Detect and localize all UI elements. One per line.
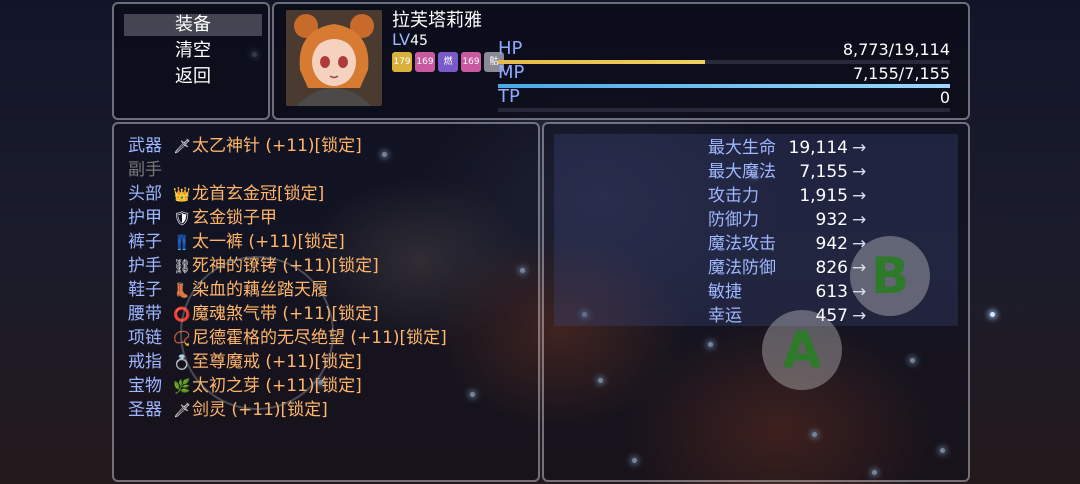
stat-value: 613 [815, 282, 848, 302]
equip-slot-row[interactable]: 头部 👑龙首玄金冠[锁定] [128, 182, 324, 206]
item-icon: 🗡 [173, 403, 191, 419]
stat-label: 最大魔法 [708, 162, 776, 182]
item-icon: 👑 [173, 187, 191, 203]
hp-label: HP [498, 38, 523, 59]
stat-label: 敏捷 [708, 282, 742, 302]
mp-value: 7,155/7,155 [853, 64, 950, 83]
item-icon: 🌿 [173, 379, 191, 395]
command-clear[interactable]: 清空 [124, 40, 262, 62]
slot-type-label: 护甲 [128, 208, 162, 228]
item-name: 龙首玄金冠[锁定] [192, 184, 325, 204]
tp-gauge: TP 0 [498, 86, 950, 112]
stat-label: 防御力 [708, 210, 759, 230]
slot-type-label: 腰带 [128, 304, 162, 324]
state-icon: 179 [392, 52, 412, 72]
actor-name: 拉芙塔莉雅 [392, 10, 482, 31]
state-icon: 燃 [438, 52, 458, 72]
stat-label: 最大生命 [708, 138, 776, 158]
slot-type-label: 护手 [128, 256, 162, 276]
actor-level: LV45 [392, 30, 428, 49]
stat-row: 最大生命 19,114 → [554, 136, 954, 160]
stat-row: 最大魔法 7,155 → [554, 160, 954, 184]
slot-type-label: 宝物 [128, 376, 162, 396]
command-equip[interactable]: 装备 [124, 14, 262, 36]
state-icons: 179 169 燃 169 骷 [392, 52, 504, 72]
item-icon: ⛓ [173, 259, 191, 275]
virtual-button-a[interactable]: A [762, 310, 842, 390]
arrow-icon: → [852, 162, 867, 182]
arrow-icon: → [852, 210, 867, 230]
state-icon: 169 [415, 52, 435, 72]
virtual-button-b[interactable]: B [850, 236, 930, 316]
stat-label: 魔法防御 [708, 258, 776, 278]
stat-label: 魔法攻击 [708, 234, 776, 254]
stat-label: 幸运 [708, 306, 742, 326]
equip-slot-row[interactable]: 裤子 👖太一裤 (+11)[锁定] [128, 230, 345, 254]
slot-type-label: 裤子 [128, 232, 162, 252]
slot-type-label: 武器 [128, 136, 162, 156]
slot-type-label: 头部 [128, 184, 162, 204]
equip-slot-row[interactable]: 副手 [128, 158, 172, 182]
stat-value: 826 [815, 258, 848, 278]
level-label: LV [392, 30, 411, 49]
arrow-icon: → [852, 306, 867, 326]
actor-status-window: 拉芙塔莉雅 LV45 179 169 燃 169 骷 HP 8,773/19,114 M… [272, 2, 970, 120]
item-name: 太一裤 (+11)[锁定] [192, 232, 345, 252]
slot-type-label: 项链 [128, 328, 162, 348]
item-icon: 🗡 [173, 139, 191, 155]
command-window: 装备 清空 返回 [112, 2, 270, 120]
stat-value: 7,155 [799, 162, 848, 182]
stat-value: 1,915 [799, 186, 848, 206]
virtual-dpad[interactable] [180, 256, 334, 410]
state-icon: 169 [461, 52, 481, 72]
arrow-icon: → [852, 138, 867, 158]
slot-type-label: 圣器 [128, 400, 162, 420]
item-name: 玄金锁子甲 [192, 208, 277, 228]
mp-gauge: MP 7,155/7,155 [498, 62, 950, 88]
stat-label: 攻击力 [708, 186, 759, 206]
tp-value: 0 [939, 88, 950, 107]
arrow-icon: → [852, 186, 867, 206]
item-icon: 👖 [173, 235, 191, 251]
mp-label: MP [498, 62, 525, 83]
slot-type-label: 鞋子 [128, 280, 162, 300]
command-back[interactable]: 返回 [124, 66, 262, 88]
stat-value: 942 [815, 234, 848, 254]
hp-gauge: HP 8,773/19,114 [498, 38, 950, 64]
level-value: 45 [410, 33, 428, 49]
stat-row: 防御力 932 → [554, 208, 954, 232]
actor-portrait [286, 10, 382, 106]
item-name: 太乙神针 (+11)[锁定] [192, 136, 362, 156]
slot-type-label: 戒指 [128, 352, 162, 372]
stat-value: 932 [815, 210, 848, 230]
stat-value: 19,114 [788, 138, 848, 158]
equip-slot-row[interactable]: 武器 🗡太乙神针 (+11)[锁定] [128, 134, 362, 158]
sparkle [990, 312, 995, 317]
hp-value: 8,773/19,114 [842, 40, 950, 59]
stat-row: 攻击力 1,915 → [554, 184, 954, 208]
tp-label: TP [498, 86, 520, 107]
equip-slot-row[interactable]: 护甲 🛡玄金锁子甲 [128, 206, 277, 230]
slot-type-label: 副手 [128, 160, 162, 180]
item-icon: 🛡 [173, 211, 191, 227]
